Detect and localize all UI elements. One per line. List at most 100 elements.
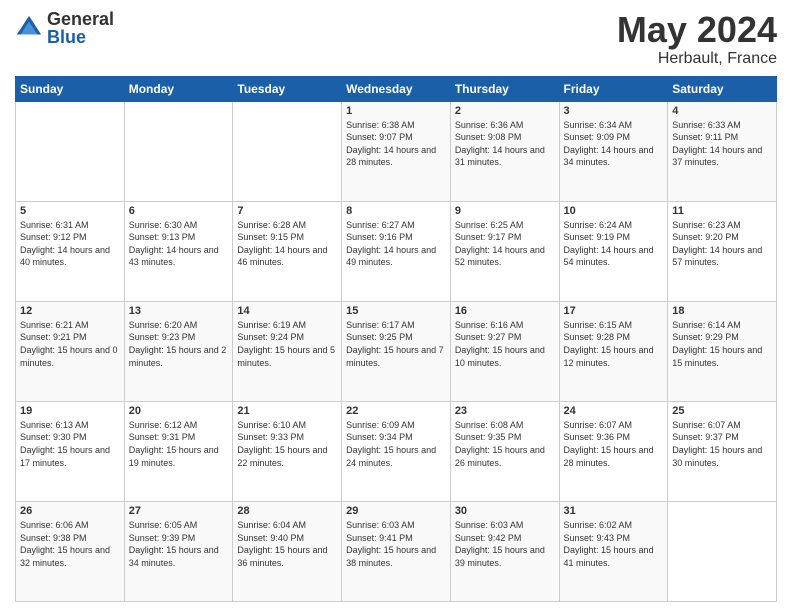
page: General Blue May 2024 Herbault, France S… <box>0 0 792 612</box>
day-number: 19 <box>20 405 120 417</box>
calendar-cell: 27 Sunrise: 6:05 AM Sunset: 9:39 PM Dayli… <box>124 501 233 601</box>
cell-sun-info: Sunrise: 6:36 AM Sunset: 9:08 PM Dayligh… <box>455 119 555 169</box>
cell-sun-info: Sunrise: 6:07 AM Sunset: 9:36 PM Dayligh… <box>564 419 664 469</box>
day-number: 20 <box>129 405 229 417</box>
calendar-cell: 16Sunrise: 6:16 AM Sunset: 9:27 PM Dayli… <box>450 301 559 401</box>
calendar-week-5: 26Sunrise: 6:06 AM Sunset: 9:38 PM Dayli… <box>16 501 777 601</box>
cell-sun-info: Sunrise: 6:20 AM Sunset: 9:23 PM Dayligh… <box>129 319 229 369</box>
day-number: 28 <box>237 505 337 517</box>
cell-sun-info: Sunrise: 6:30 AM Sunset: 9:13 PM Dayligh… <box>129 219 229 269</box>
calendar-cell: 11Sunrise: 6:23 AM Sunset: 9:20 PM Dayli… <box>668 201 777 301</box>
header-sunday: Sunday <box>16 76 125 101</box>
calendar-week-2: 5 Sunrise: 6:31 AM Sunset: 9:12 PM Daylig… <box>16 201 777 301</box>
day-number: 11 <box>672 205 772 217</box>
day-number: 6 <box>129 205 229 217</box>
calendar-title: May 2024 <box>617 10 777 50</box>
cell-sun-info: Sunrise: 6:02 AM Sunset: 9:43 PM Dayligh… <box>564 519 664 569</box>
day-number: 2 <box>455 105 555 117</box>
cell-sun-info: Sunrise: 6:19 AM Sunset: 9:24 PM Dayligh… <box>237 319 337 369</box>
cell-sun-info: Sunrise: 6:28 AM Sunset: 9:15 PM Dayligh… <box>237 219 337 269</box>
calendar-cell: 4Sunrise: 6:33 AM Sunset: 9:11 PM Daylig… <box>668 101 777 201</box>
cell-sun-info: Sunrise: 6:13 AM Sunset: 9:30 PM Dayligh… <box>20 419 120 469</box>
cell-sun-info: Sunrise: 6:06 AM Sunset: 9:38 PM Dayligh… <box>20 519 120 569</box>
day-number: 17 <box>564 305 664 317</box>
calendar-cell: 1 Sunrise: 6:38 AM Sunset: 9:07 PM Daylig… <box>342 101 451 201</box>
calendar-cell: 19 Sunrise: 6:13 AM Sunset: 9:30 PM Dayli… <box>16 401 125 501</box>
day-number: 9 <box>455 205 555 217</box>
calendar-cell: 18 Sunrise: 6:14 AM Sunset: 9:29 PM Dayli… <box>668 301 777 401</box>
calendar-cell: 12 Sunrise: 6:21 AM Sunset: 9:21 PM Dayli… <box>16 301 125 401</box>
cell-sun-info: Sunrise: 6:04 AM Sunset: 9:40 PM Dayligh… <box>237 519 337 569</box>
cell-sun-info: Sunrise: 6:38 AM Sunset: 9:07 PM Dayligh… <box>346 119 446 169</box>
day-number: 1 <box>346 105 446 117</box>
cell-sun-info: Sunrise: 6:03 AM Sunset: 9:41 PM Dayligh… <box>346 519 446 569</box>
day-number: 29 <box>346 505 446 517</box>
calendar-cell: 2 Sunrise: 6:36 AM Sunset: 9:08 PM Daylig… <box>450 101 559 201</box>
calendar-cell: 15Sunrise: 6:17 AM Sunset: 9:25 PM Dayli… <box>342 301 451 401</box>
calendar-cell: 23 Sunrise: 6:08 AM Sunset: 9:35 PM Dayli… <box>450 401 559 501</box>
day-number: 10 <box>564 205 664 217</box>
calendar-cell: 8 Sunrise: 6:27 AM Sunset: 9:16 PM Daylig… <box>342 201 451 301</box>
calendar-cell: 7 Sunrise: 6:28 AM Sunset: 9:15 PM Daylig… <box>233 201 342 301</box>
calendar-cell: 17Sunrise: 6:15 AM Sunset: 9:28 PM Dayli… <box>559 301 668 401</box>
calendar-cell <box>668 501 777 601</box>
day-number: 7 <box>237 205 337 217</box>
header-monday: Monday <box>124 76 233 101</box>
cell-sun-info: Sunrise: 6:07 AM Sunset: 9:37 PM Dayligh… <box>672 419 772 469</box>
calendar-cell: 20Sunrise: 6:12 AM Sunset: 9:31 PM Dayli… <box>124 401 233 501</box>
cell-sun-info: Sunrise: 6:05 AM Sunset: 9:39 PM Dayligh… <box>129 519 229 569</box>
header-thursday: Thursday <box>450 76 559 101</box>
cell-sun-info: Sunrise: 6:25 AM Sunset: 9:17 PM Dayligh… <box>455 219 555 269</box>
calendar-cell <box>16 101 125 201</box>
day-number: 4 <box>672 105 772 117</box>
calendar-cell: 6 Sunrise: 6:30 AM Sunset: 9:13 PM Daylig… <box>124 201 233 301</box>
calendar-week-1: 1 Sunrise: 6:38 AM Sunset: 9:07 PM Daylig… <box>16 101 777 201</box>
day-number: 18 <box>672 305 772 317</box>
calendar-cell: 3 Sunrise: 6:34 AM Sunset: 9:09 PM Daylig… <box>559 101 668 201</box>
day-number: 12 <box>20 305 120 317</box>
cell-sun-info: Sunrise: 6:31 AM Sunset: 9:12 PM Dayligh… <box>20 219 120 269</box>
day-number: 22 <box>346 405 446 417</box>
calendar-cell: 25 Sunrise: 6:07 AM Sunset: 9:37 PM Dayli… <box>668 401 777 501</box>
day-number: 24 <box>564 405 664 417</box>
calendar-header-row: Sunday Monday Tuesday Wednesday Thursday… <box>16 76 777 101</box>
calendar-cell: 14 Sunrise: 6:19 AM Sunset: 9:24 PM Dayli… <box>233 301 342 401</box>
calendar-cell: 10 Sunrise: 6:24 AM Sunset: 9:19 PM Dayli… <box>559 201 668 301</box>
header: General Blue May 2024 Herbault, France <box>15 10 777 68</box>
header-saturday: Saturday <box>668 76 777 101</box>
calendar-cell: 31Sunrise: 6:02 AM Sunset: 9:43 PM Dayli… <box>559 501 668 601</box>
day-number: 13 <box>129 305 229 317</box>
calendar-cell: 22Sunrise: 6:09 AM Sunset: 9:34 PM Dayli… <box>342 401 451 501</box>
calendar-cell <box>233 101 342 201</box>
calendar-cell: 28 Sunrise: 6:04 AM Sunset: 9:40 PM Dayli… <box>233 501 342 601</box>
day-number: 23 <box>455 405 555 417</box>
day-number: 25 <box>672 405 772 417</box>
cell-sun-info: Sunrise: 6:27 AM Sunset: 9:16 PM Dayligh… <box>346 219 446 269</box>
logo-icon <box>15 14 43 42</box>
calendar-cell <box>124 101 233 201</box>
logo: General Blue <box>15 10 114 46</box>
header-friday: Friday <box>559 76 668 101</box>
cell-sun-info: Sunrise: 6:10 AM Sunset: 9:33 PM Dayligh… <box>237 419 337 469</box>
day-number: 3 <box>564 105 664 117</box>
calendar-cell: 21 Sunrise: 6:10 AM Sunset: 9:33 PM Dayli… <box>233 401 342 501</box>
day-number: 21 <box>237 405 337 417</box>
cell-sun-info: Sunrise: 6:21 AM Sunset: 9:21 PM Dayligh… <box>20 319 120 369</box>
calendar-cell: 5 Sunrise: 6:31 AM Sunset: 9:12 PM Daylig… <box>16 201 125 301</box>
cell-sun-info: Sunrise: 6:24 AM Sunset: 9:19 PM Dayligh… <box>564 219 664 269</box>
day-number: 14 <box>237 305 337 317</box>
logo-general-text: General <box>47 10 114 28</box>
calendar-week-4: 19 Sunrise: 6:13 AM Sunset: 9:30 PM Dayli… <box>16 401 777 501</box>
day-number: 30 <box>455 505 555 517</box>
day-number: 5 <box>20 205 120 217</box>
calendar-cell: 13 Sunrise: 6:20 AM Sunset: 9:23 PM Dayli… <box>124 301 233 401</box>
logo-text: General Blue <box>47 10 114 46</box>
day-number: 27 <box>129 505 229 517</box>
calendar-table: Sunday Monday Tuesday Wednesday Thursday… <box>15 76 777 602</box>
cell-sun-info: Sunrise: 6:34 AM Sunset: 9:09 PM Dayligh… <box>564 119 664 169</box>
cell-sun-info: Sunrise: 6:08 AM Sunset: 9:35 PM Dayligh… <box>455 419 555 469</box>
day-number: 8 <box>346 205 446 217</box>
cell-sun-info: Sunrise: 6:14 AM Sunset: 9:29 PM Dayligh… <box>672 319 772 369</box>
calendar-cell: 29 Sunrise: 6:03 AM Sunset: 9:41 PM Dayli… <box>342 501 451 601</box>
calendar-cell: 9 Sunrise: 6:25 AM Sunset: 9:17 PM Daylig… <box>450 201 559 301</box>
